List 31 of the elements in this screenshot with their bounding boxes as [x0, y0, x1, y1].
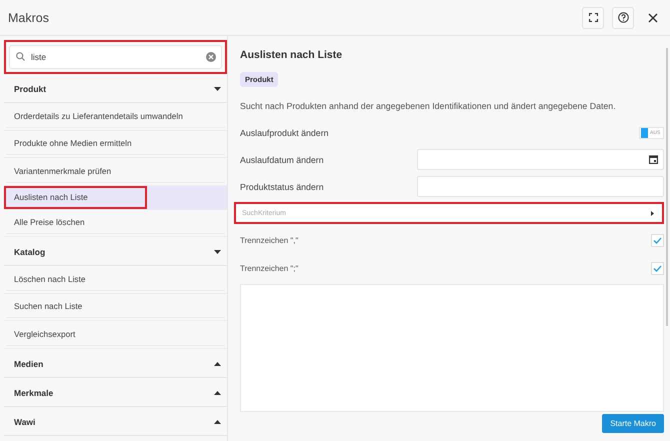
help-icon	[618, 12, 628, 23]
caret-up-icon	[214, 390, 221, 394]
fullscreen-button[interactable]	[582, 6, 604, 28]
checkbox[interactable]	[651, 234, 664, 246]
fullscreen-icon	[588, 13, 598, 22]
search-icon	[16, 52, 25, 61]
input-field[interactable]	[417, 176, 664, 197]
field-label: Auslaufprodukt ändern	[240, 128, 329, 138]
caret-up-icon	[214, 420, 221, 424]
help-button[interactable]	[612, 6, 634, 28]
field-label: Trennzeichen ";"	[240, 264, 298, 272]
start-button[interactable]: Starte Makro	[602, 414, 664, 433]
field-label: Produktstatus ändern	[240, 182, 324, 192]
scrollbar[interactable]	[666, 48, 668, 326]
caret-up-icon	[214, 362, 221, 366]
macro-title: Auslisten nach Liste	[240, 49, 344, 61]
search-field[interactable]: liste	[9, 45, 222, 69]
macro-description: Sucht nach Produkten anhand der angegebenen Identifikationen und ändert angegebene Daten.	[240, 101, 617, 111]
date-field[interactable]	[417, 149, 664, 170]
window-title: Makros	[8, 10, 50, 24]
close-icon	[648, 12, 658, 22]
checkbox[interactable]	[651, 262, 664, 274]
clear-icon[interactable]	[206, 52, 216, 62]
caret-right-icon	[651, 210, 654, 216]
check-icon	[653, 264, 662, 272]
caret-down-icon	[214, 250, 221, 254]
field-label: Auslaufdatum ändern	[240, 154, 324, 164]
check-icon	[653, 236, 662, 244]
calendar-icon	[649, 155, 658, 164]
field-label: Trennzeichen ","	[240, 236, 298, 244]
caret-down-icon	[214, 87, 221, 91]
